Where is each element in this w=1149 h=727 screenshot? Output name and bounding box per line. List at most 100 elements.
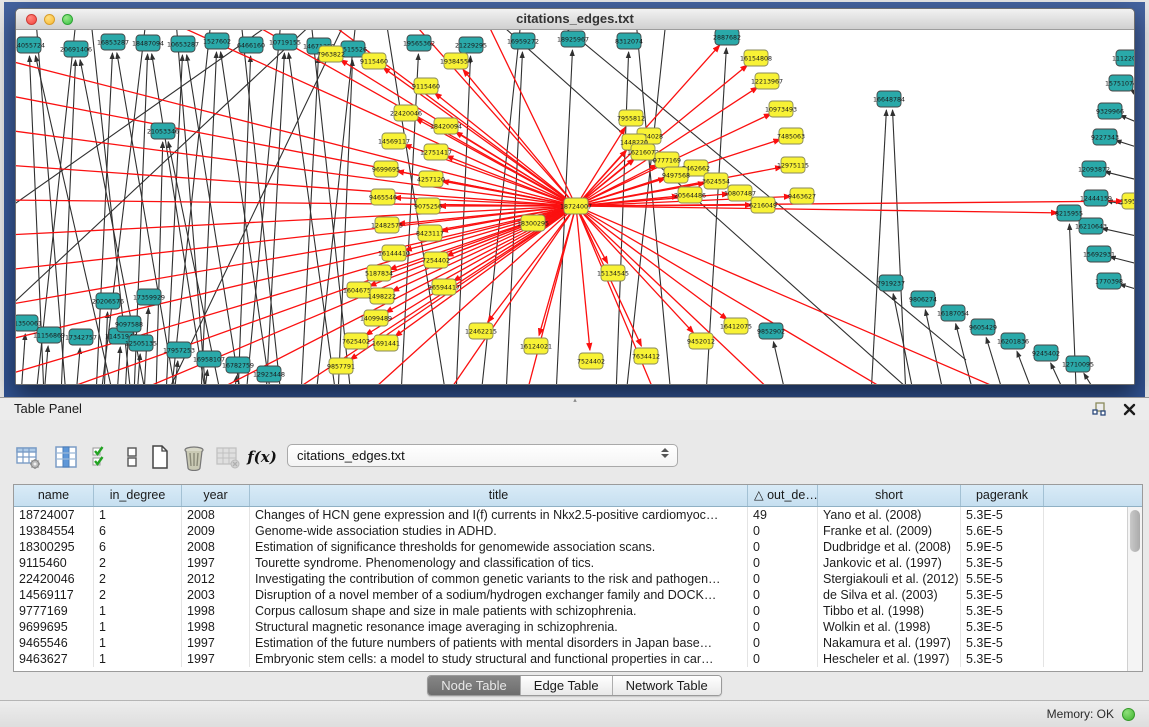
graph-node[interactable]: 18724007 xyxy=(560,198,592,214)
graph-node[interactable]: 9245402 xyxy=(1032,345,1060,361)
row-height-button[interactable] xyxy=(118,443,146,471)
graph-node[interactable]: 22420046 xyxy=(390,105,422,121)
delete-columns-button[interactable] xyxy=(180,443,208,471)
table-row[interactable]: 946554611997Estimation of the future num… xyxy=(14,635,1142,651)
table-row[interactable]: 2242004622012Investigating the contribut… xyxy=(14,571,1142,587)
graph-node[interactable]: 16124021 xyxy=(520,338,552,354)
graph-node[interactable]: 12444159 xyxy=(1080,190,1112,206)
graph-node[interactable]: 5187834 xyxy=(365,265,393,281)
graph-node[interactable]: 1498222 xyxy=(368,288,396,304)
graph-node[interactable]: 9115460 xyxy=(360,53,388,69)
column-chooser-button[interactable] xyxy=(52,443,80,471)
close-panel-button[interactable] xyxy=(1121,401,1137,417)
network-canvas[interactable]: 1405572420691406168532871848709410653287… xyxy=(16,30,1134,384)
graph-node[interactable]: 12093872 xyxy=(1078,161,1110,177)
graph-node[interactable]: 7254402 xyxy=(422,252,450,268)
graph-node[interactable]: 18487094 xyxy=(132,35,164,51)
graph-node[interactable]: 10719155 xyxy=(269,34,301,50)
graph-node[interactable]: 15134545 xyxy=(597,265,629,281)
column-header-title[interactable]: title xyxy=(250,485,748,506)
graph-node[interactable]: 9777169 xyxy=(653,152,681,168)
graph-node[interactable]: 3624554 xyxy=(702,173,730,189)
graph-node[interactable]: 9075256 xyxy=(414,198,442,214)
graph-node[interactable]: 7485063 xyxy=(777,128,805,144)
graph-node[interactable]: 1527602 xyxy=(203,33,231,49)
graph-node[interactable]: 1595811 xyxy=(1120,193,1134,209)
table-row[interactable]: 1872400712008Changes of HCN gene express… xyxy=(14,507,1142,523)
graph-node[interactable]: 2887682 xyxy=(713,30,741,45)
table-selector[interactable]: citations_edges.txt xyxy=(287,444,678,467)
graph-node[interactable]: 20564486 xyxy=(674,187,706,203)
graph-node[interactable]: 12923448 xyxy=(253,366,285,382)
table-row[interactable]: 1938455462009Genome-wide association stu… xyxy=(14,523,1142,539)
graph-node[interactable]: 16154808 xyxy=(740,50,772,66)
graph-node[interactable]: 12482575 xyxy=(371,217,403,233)
graph-node[interactable]: 21053346 xyxy=(147,123,179,139)
graph-node[interactable]: 7524402 xyxy=(577,353,605,369)
graph-node[interactable]: 20691406 xyxy=(60,41,92,57)
column-header-name[interactable]: name xyxy=(14,485,94,506)
graph-node[interactable]: 17342757 xyxy=(65,329,97,345)
column-header-year[interactable]: year xyxy=(182,485,250,506)
graph-node[interactable]: 14055724 xyxy=(16,37,45,53)
graph-node[interactable]: 21229295 xyxy=(455,37,487,53)
float-panel-button[interactable] xyxy=(1091,401,1107,417)
graph-node[interactable]: 9329966 xyxy=(1096,103,1124,119)
graph-node[interactable]: 8423117 xyxy=(416,225,444,241)
graph-node[interactable]: 18300295 xyxy=(517,215,549,231)
graph-node[interactable]: 16187054 xyxy=(937,305,969,321)
graph-node[interactable]: 18925967 xyxy=(557,31,589,47)
graph-node[interactable]: 4257120 xyxy=(417,171,445,187)
graph-node[interactable]: 11156869 xyxy=(33,327,65,343)
graph-node[interactable]: 11122009 xyxy=(1112,50,1134,66)
graph-node[interactable]: 9699695 xyxy=(372,161,400,177)
graph-node[interactable]: 12462215 xyxy=(465,323,497,339)
graph-node[interactable]: 20206576 xyxy=(92,293,124,309)
graph-node[interactable]: 7625402 xyxy=(342,333,370,349)
graph-node[interactable]: 19384554 xyxy=(440,53,472,69)
graph-node[interactable]: 7919237 xyxy=(877,275,905,291)
graph-node[interactable]: 10653287 xyxy=(167,36,199,52)
graph-node[interactable]: 12710095 xyxy=(1062,356,1094,372)
close-window-button[interactable] xyxy=(26,14,37,25)
graph-node[interactable]: 9806274 xyxy=(909,291,937,307)
graph-node[interactable]: 1691441 xyxy=(372,335,400,351)
graph-node[interactable]: 15751074 xyxy=(1105,75,1134,91)
graph-node[interactable]: 10973493 xyxy=(765,101,797,117)
graph-node[interactable]: 16648784 xyxy=(873,91,905,107)
graph-node[interactable]: 16958107 xyxy=(193,351,225,367)
scrollbar-thumb[interactable] xyxy=(1130,510,1140,552)
graph-node[interactable]: 16201836 xyxy=(997,333,1029,349)
graph-node[interactable]: 16144410 xyxy=(378,245,410,261)
graph-node[interactable]: 6216049 xyxy=(749,197,777,213)
column-header-out_de[interactable]: △ out_de… xyxy=(748,485,818,506)
tab-network-table[interactable]: Network Table xyxy=(612,676,721,695)
column-header-pagerank[interactable]: pagerank xyxy=(961,485,1044,506)
graph-node[interactable]: 12975115 xyxy=(777,157,809,173)
graph-node[interactable]: 7955812 xyxy=(617,110,645,126)
graph-node[interactable]: 9452012 xyxy=(687,333,715,349)
graph-node[interactable]: 14099489 xyxy=(360,310,392,326)
graph-node[interactable]: 18420094 xyxy=(430,118,462,134)
split-pane-handle-icon[interactable]: ▴ xyxy=(570,398,580,404)
graph-node[interactable]: 17359929 xyxy=(133,289,165,305)
graph-node[interactable]: 9857791 xyxy=(327,358,355,374)
graph-node[interactable]: 9605429 xyxy=(969,319,997,335)
graph-node[interactable]: 19565362 xyxy=(403,35,435,51)
graph-node[interactable]: 12213967 xyxy=(751,73,783,89)
table-row[interactable]: 977716911998Corpus callosum shape and si… xyxy=(14,603,1142,619)
graph-node[interactable]: 16412075 xyxy=(720,318,752,334)
column-header-in_degree[interactable]: in_degree xyxy=(94,485,182,506)
graph-node[interactable]: 8215955 xyxy=(1055,205,1083,221)
graph-node[interactable]: 9852902 xyxy=(757,323,785,339)
graph-canvas[interactable]: 1405572420691406168532871848709410653287… xyxy=(16,30,1134,384)
table-row[interactable]: 969969511998Structural magnetic resonanc… xyxy=(14,619,1142,635)
graph-node[interactable]: 17957253 xyxy=(163,342,195,358)
column-header-short[interactable]: short xyxy=(818,485,961,506)
delete-table-button[interactable] xyxy=(214,443,242,471)
graph-node[interactable]: 1770398 xyxy=(1095,273,1123,289)
tab-edge-table[interactable]: Edge Table xyxy=(520,676,612,695)
graph-node[interactable]: 9097588 xyxy=(115,316,143,332)
graph-node[interactable]: 14569117 xyxy=(378,133,410,149)
table-row[interactable]: 946362711997Embryonic stem cells: a mode… xyxy=(14,651,1142,667)
